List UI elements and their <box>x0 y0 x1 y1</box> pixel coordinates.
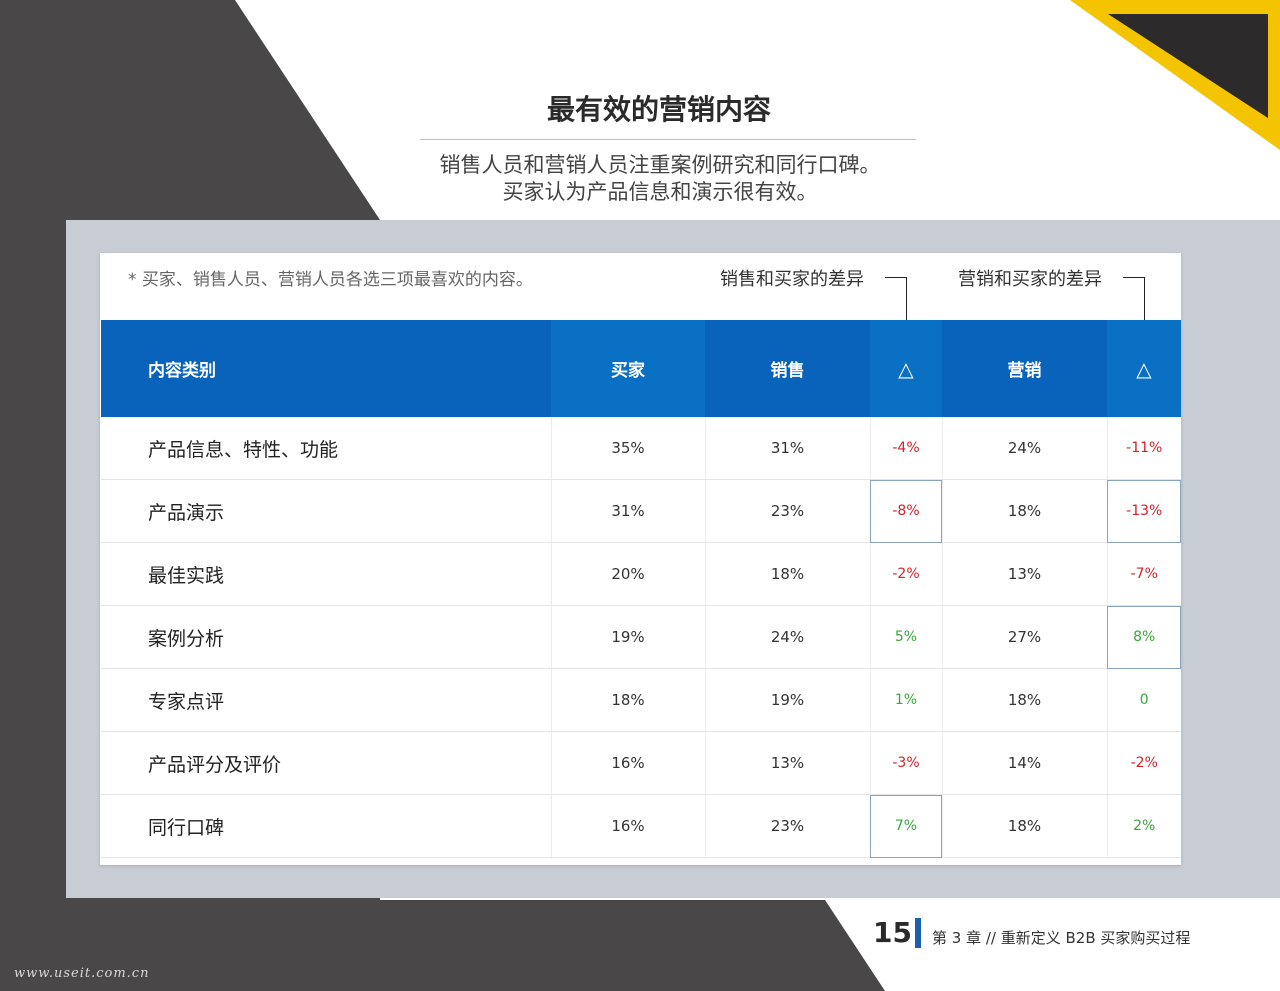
row-category: 最佳实践 <box>101 542 551 606</box>
footer-divider <box>915 918 921 948</box>
sales-value: 23% <box>704 794 870 858</box>
marketing-delta: 0 <box>1106 668 1181 732</box>
table-row: 最佳实践 20% 18% -2% 13% -7% <box>101 542 1181 606</box>
header-sales-delta: △ <box>870 320 942 417</box>
marketing-value: 18% <box>941 479 1107 543</box>
buyer-value: 16% <box>550 731 705 795</box>
table-row: 案例分析 19% 24% 5% 27% 8% <box>101 605 1181 669</box>
row-category: 专家点评 <box>101 668 551 732</box>
chapter-title: 第 3 章 // 重新定义 B2B 买家购买过程 <box>932 929 1191 947</box>
sales-value: 24% <box>704 605 870 669</box>
header-category: 内容类别 <box>101 320 551 417</box>
sales-value: 18% <box>704 542 870 606</box>
table-row: 产品评分及评价 16% 13% -3% 14% -2% <box>101 731 1181 795</box>
sales-delta: 1% <box>869 668 942 732</box>
page-title: 最有效的营销内容 <box>546 93 771 126</box>
marketing-delta: 8% <box>1106 605 1181 669</box>
marketing-diff-label: 营销和买家的差异 <box>958 269 1102 290</box>
header-sales: 销售 <box>705 320 870 417</box>
marketing-delta: -13% <box>1106 479 1181 543</box>
sales-value: 13% <box>704 731 870 795</box>
header-marketing-delta: △ <box>1107 320 1181 417</box>
marketing-delta: -11% <box>1106 417 1181 480</box>
subtitle: 销售人员和营销人员注重案例研究和同行口碑。 买家认为产品信息和演示很有效。 <box>400 152 920 206</box>
sales-delta: 5% <box>869 605 942 669</box>
buyer-value: 20% <box>550 542 705 606</box>
marketing-value: 18% <box>941 668 1107 732</box>
buyer-value: 16% <box>550 794 705 858</box>
row-category: 案例分析 <box>101 605 551 669</box>
sales-delta: -3% <box>869 731 942 795</box>
row-category: 产品演示 <box>101 479 551 543</box>
marketing-value: 13% <box>941 542 1107 606</box>
table-row: 专家点评 18% 19% 1% 18% 0 <box>101 668 1181 732</box>
subtitle-line-1: 销售人员和营销人员注重案例研究和同行口碑。 <box>439 153 881 177</box>
sales-delta: 7% <box>869 794 942 858</box>
subtitle-line-2: 买家认为产品信息和演示很有效。 <box>502 180 818 204</box>
buyer-value: 19% <box>550 605 705 669</box>
sales-diff-label: 销售和买家的差异 <box>720 269 864 290</box>
table-row: 同行口碑 16% 23% 7% 18% 2% <box>101 794 1181 858</box>
table-row: 产品演示 31% 23% -8% 18% -13% <box>101 479 1181 543</box>
marketing-value: 27% <box>941 605 1107 669</box>
sales-delta: -8% <box>869 479 942 543</box>
row-category: 产品评分及评价 <box>101 731 551 795</box>
sales-delta: -2% <box>869 542 942 606</box>
sales-value: 19% <box>704 668 870 732</box>
sales-value: 31% <box>704 417 870 480</box>
header-buyer: 买家 <box>551 320 705 417</box>
content-table: 内容类别 买家 销售 △ 营销 △ 产品信息、特性、功能 35% 31% -4%… <box>101 320 1181 858</box>
marketing-delta: -2% <box>1106 731 1181 795</box>
marketing-value: 14% <box>941 731 1107 795</box>
row-category: 产品信息、特性、功能 <box>101 417 551 480</box>
row-category: 同行口碑 <box>101 794 551 858</box>
title-divider <box>420 139 916 140</box>
sales-value: 23% <box>704 479 870 543</box>
table-header-row: 内容类别 买家 销售 △ 营销 △ <box>101 320 1181 417</box>
table-note: * 买家、销售人员、营销人员各选三项最喜欢的内容。 <box>128 270 533 290</box>
header-marketing: 营销 <box>942 320 1107 417</box>
buyer-value: 18% <box>550 668 705 732</box>
table-row: 产品信息、特性、功能 35% 31% -4% 24% -11% <box>101 417 1181 480</box>
marketing-delta: 2% <box>1106 794 1181 858</box>
marketing-value: 24% <box>941 417 1107 480</box>
sales-delta: -4% <box>869 417 942 480</box>
buyer-value: 35% <box>550 417 705 480</box>
page-number: 15 <box>873 916 912 949</box>
watermark: www.useit.com.cn <box>14 966 150 981</box>
buyer-value: 31% <box>550 479 705 543</box>
marketing-value: 18% <box>941 794 1107 858</box>
marketing-delta: -7% <box>1106 542 1181 606</box>
